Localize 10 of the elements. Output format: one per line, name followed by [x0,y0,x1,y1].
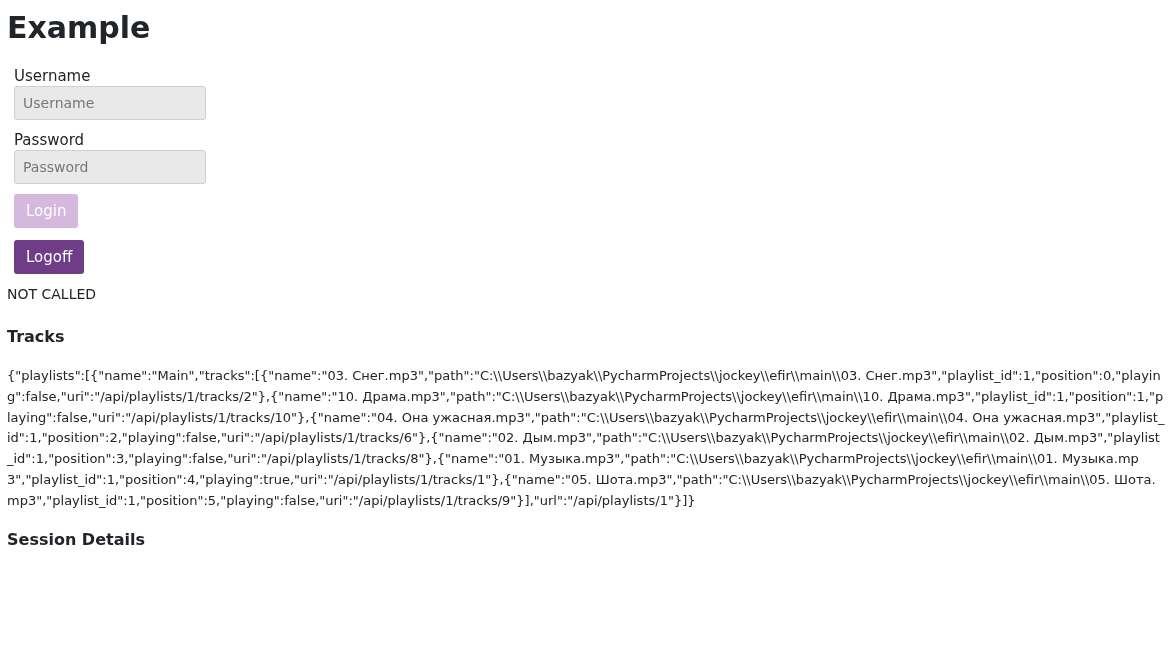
json-output: {"playlists":[{"name":"Main","tracks":[{"name":"03. Снег.mp3","path":"C:\\Users\\bazyak\\PycharmProjects\\jockey\\efir\\main\\03. Снег.mp3","playlist_id":1,"position":0,"playing":false,"uri":"/api/playlists/1/tracks/2"},{"name":"10. Драма.mp3","path":"C:\\Users\\bazyak\\PycharmProjects\\jockey\\efir\\main\\10. Драма.mp3","playlist_id":1,"position":1,"playing":false,"uri":"/api/playlists/1/tracks/10"},{"name":"04. Она ужасная.mp3","path":"C:\\Users\\bazyak\\PycharmProjects\\jockey\\efir\\main\\04. Она ужасная.mp3","playlist_id":1,"position":2,"playing":false,"uri":"/api/playlists/1/tracks/6"},{"name":"02. Дым.mp3","path":"C:\\Users\\bazyak\\PycharmProjects\\jockey\\efir\\main\\02. Дым.mp3","playlist_id":1,"position":3,"playing":false,"uri":"/api/playlists/1/tracks/8"},{"name":"01. Музыка.mp3","path":"C:\\Users\\bazyak\\PycharmProjects\\jockey\\efir\\main\\01. Музыка.mp3","playlist_id":1,"position":4,"playing":true,"uri":"/api/playlists/1/tracks/1"},{"name":"05. Шота.mp3","path":"C:\\Users\\bazyak\\PycharmProjects\\jockey\\efir\\main\\05. Шота.mp3","playlist_id":1,"position":5,"playing":false,"uri":"/api/playlists/1/tracks/9"}],"url":"/api/playlists/1"}]} [7,367,1165,510]
input-field[interactable]: Password [14,150,206,184]
page-title: Example [7,9,151,47]
section-heading: Session Details [7,528,145,551]
form-button[interactable]: Logoff [14,240,85,274]
field-label: Username [14,66,91,86]
field-label: Password [14,130,85,150]
input-field[interactable]: Username [14,86,206,120]
section-heading: Tracks [7,326,65,348]
status-text: NOT CALLED [7,285,97,304]
